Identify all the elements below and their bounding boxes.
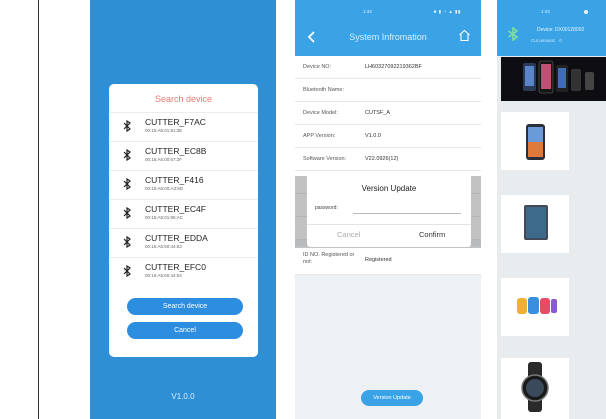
device-item[interactable]: CUTTER_F416 00:15:A6:00:A3:8D (109, 170, 258, 199)
device-address: 00:16:A5:60:44:54 (145, 273, 182, 278)
row-label: Software Version: (303, 156, 347, 162)
phone-icon (526, 124, 545, 160)
row-label: ID NO. Registered or not: (303, 252, 355, 265)
category-kids-watch[interactable] (501, 278, 569, 336)
version-update-dialog: Version Update password: Cancel Confirm (307, 172, 471, 247)
search-device-button[interactable]: Search device (127, 298, 243, 315)
bluetooth-icon (123, 265, 131, 277)
status-time: 1:44 (363, 9, 372, 14)
info-row-device-model: Device Model: CUTSF_A (295, 102, 481, 125)
status-icon (584, 10, 588, 14)
category-smartwatch[interactable] (501, 358, 569, 419)
status-icons: ■ ▮ ◔ ▲ ▮▮ (433, 9, 461, 14)
bluetooth-icon (123, 120, 131, 132)
confirm-button[interactable]: Confirm (419, 230, 445, 239)
password-label: password: (315, 205, 338, 211)
device-item[interactable]: CUTTER_EC8B 00:16:A6:00:67:2F (109, 141, 258, 170)
cut-amount: Cut amount: 0 (531, 38, 562, 43)
phones-banner-image (523, 60, 594, 94)
info-row-app-version: APP Version: V1.0.0 (295, 125, 481, 148)
row-value: CUTSF_A (365, 110, 391, 116)
dialog-title: Version Update (361, 184, 417, 193)
page-title: System Infromation (349, 32, 427, 42)
row-label: Bluetooth Name: (303, 87, 344, 93)
info-row-bluetooth-name: Bluetooth Name: (295, 79, 481, 102)
search-device-dialog: Search device CUTTER_F7AC 00:15:A6:01:91… (109, 84, 258, 357)
product-banner[interactable] (501, 57, 606, 101)
row-value: Registered (365, 257, 392, 263)
app-version: V1.0.0 (171, 392, 195, 401)
device-address: 00:16:A6:00:67:2F (145, 157, 183, 162)
device-name: CUTTER_EFC0 (145, 262, 206, 272)
bluetooth-icon (123, 178, 131, 190)
dialog-title: Search device (154, 94, 213, 104)
system-info-screen: 1:44 ■ ▮ ◔ ▲ ▮▮ System Infromation Devic… (295, 0, 481, 419)
device-address: 00:16:A5:60:44:53 (145, 244, 182, 249)
bluetooth-icon (123, 236, 131, 248)
cancel-button[interactable]: Cancel (337, 230, 360, 239)
search-device-screen: Search device CUTTER_F7AC 00:15:A6:01:91… (90, 0, 276, 419)
row-value: V1.0.0 (365, 133, 381, 139)
device-name: CUTTER_EC4F (145, 204, 206, 214)
row-value: LH60327092219362BF (365, 64, 422, 70)
category-tablet[interactable] (501, 195, 569, 253)
home-icon[interactable] (458, 29, 471, 42)
device-address: 00:15:A5:01:95:AC (145, 215, 184, 220)
tablet-icon (524, 205, 548, 240)
smartwatch-icon (521, 362, 549, 412)
row-label: APP Version: (303, 133, 336, 139)
status-time: 1:43 (541, 9, 550, 14)
device-name: CUTTER_F7AC (145, 117, 206, 127)
cancel-button[interactable]: Cancel (127, 322, 243, 339)
category-phone[interactable] (501, 112, 569, 170)
device-item[interactable]: CUTTER_F7AC 00:15:A6:01:91:3E (109, 112, 258, 141)
device-item[interactable]: CUTTER_EFC0 00:16:A5:60:44:54 (109, 257, 258, 286)
info-row-software-version: Software Version: V22.0926(12) (295, 148, 481, 171)
dialog-divider (307, 224, 471, 225)
device-address: 00:15:A6:01:91:3E (145, 128, 183, 133)
header-bar: 1:43 Device: DX00128092 Cut amount: 0 (497, 0, 606, 56)
version-update-button[interactable]: Version Update (361, 390, 423, 406)
device-item[interactable]: CUTTER_EC4F 00:15:A5:01:95:AC (109, 199, 258, 228)
device-label: Device: DX00128092 (537, 27, 585, 33)
bluetooth-icon (123, 207, 131, 219)
device-name: CUTTER_F416 (145, 175, 204, 185)
device-name: CUTTER_EDDA (145, 233, 208, 243)
divider-line (38, 0, 39, 419)
kids-watch-icon (517, 297, 557, 314)
row-label: Device NO: (303, 64, 332, 70)
info-row-id-registered: ID NO. Registered or not: Registered (295, 246, 481, 275)
info-row-device-no: Device NO: LH60327092219362BF (295, 56, 481, 79)
device-item[interactable]: CUTTER_EDDA 00:16:A5:60:44:53 (109, 228, 258, 257)
row-value: V22.0926(12) (365, 156, 399, 162)
header-bar: 1:44 ■ ▮ ◔ ▲ ▮▮ System Infromation (295, 0, 481, 56)
product-list-screen: 1:43 Device: DX00128092 Cut amount: 0 (497, 0, 606, 419)
bluetooth-icon[interactable] (507, 27, 519, 41)
device-address: 00:15:A6:00:A3:8D (145, 186, 184, 191)
row-label: Device Model: (303, 110, 338, 116)
password-input[interactable] (353, 213, 461, 214)
device-name: CUTTER_EC8B (145, 146, 207, 156)
bluetooth-icon (123, 149, 131, 161)
